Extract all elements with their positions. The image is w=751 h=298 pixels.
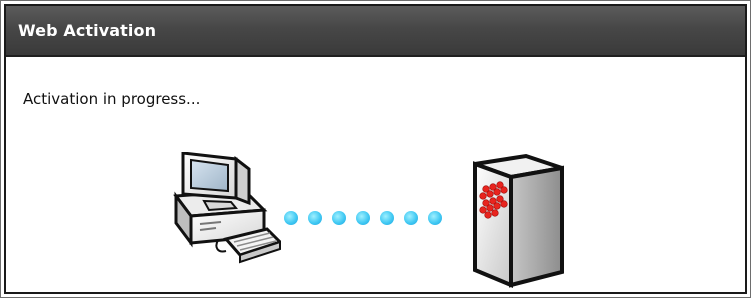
progress-dot <box>308 211 322 225</box>
progress-dot <box>380 211 394 225</box>
dialog-outer-border: Web Activation Activation in progress... <box>0 0 751 298</box>
progress-dot <box>356 211 370 225</box>
connection-progress-dots <box>284 208 459 228</box>
firewall-server-icon <box>473 153 564 288</box>
progress-dot <box>404 211 418 225</box>
desktop-computer-icon <box>173 152 281 264</box>
progress-dot <box>332 211 346 225</box>
activation-status-text: Activation in progress... <box>23 90 201 108</box>
web-activation-dialog: Web Activation Activation in progress... <box>4 4 747 294</box>
dialog-title-bar: Web Activation <box>6 6 745 57</box>
progress-dot <box>428 211 442 225</box>
progress-dot <box>284 211 298 225</box>
dialog-content: Activation in progress... <box>6 57 745 292</box>
dialog-title: Web Activation <box>18 21 157 40</box>
